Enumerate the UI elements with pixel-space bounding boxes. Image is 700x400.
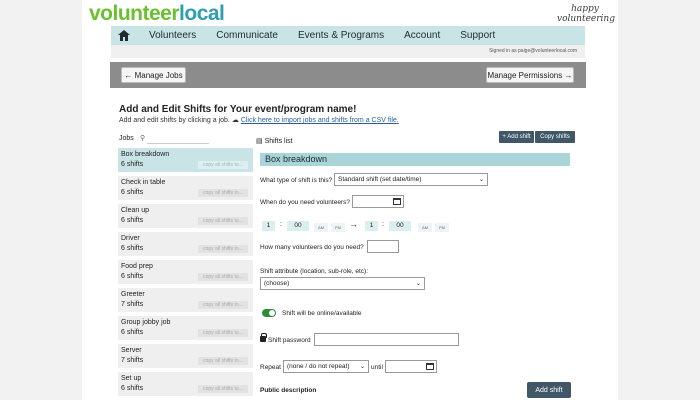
- start-pm-toggle[interactable]: PM: [331, 223, 345, 232]
- right-margin: [618, 0, 700, 400]
- copy-all-shifts-button[interactable]: copy all shifts to...: [198, 161, 248, 169]
- copy-all-shifts-button[interactable]: copy all shifts to...: [198, 245, 248, 253]
- shifts-list-link[interactable]: ▤ Shifts list: [256, 137, 293, 145]
- logo[interactable]: volunteerlocal: [89, 2, 225, 26]
- calendar-icon: [393, 198, 401, 205]
- jobs-list: Box breakdown 6 shifts copy all shifts t…: [118, 148, 253, 400]
- until-label: until: [371, 364, 383, 371]
- jobs-search-input[interactable]: [147, 134, 209, 144]
- job-item-server[interactable]: Server 7 shifts copy all shifts to...: [118, 344, 253, 368]
- nav-communicate[interactable]: Communicate: [216, 30, 278, 41]
- job-item-greeter[interactable]: Greeter 7 shifts copy all shifts to...: [118, 288, 253, 312]
- tagline: happy volunteering: [557, 4, 615, 24]
- repeat-select[interactable]: (none / do not repeat) ⌄: [283, 360, 369, 373]
- copy-all-shifts-button[interactable]: copy all shifts to...: [198, 301, 248, 309]
- upload-icon: ☁: [231, 117, 239, 124]
- signed-in-text: Signed in as paige@volunteerlocal.com: [111, 45, 585, 58]
- copy-all-shifts-button[interactable]: copy all shifts to...: [198, 217, 248, 225]
- copy-all-shifts-button[interactable]: copy all shifts to...: [198, 273, 248, 281]
- until-date-input[interactable]: [385, 360, 437, 373]
- list-icon: ▤: [256, 138, 263, 145]
- copy-all-shifts-button[interactable]: copy all shifts to...: [198, 357, 248, 365]
- manage-permissions-button[interactable]: Manage Permissions →: [486, 67, 574, 83]
- page-subtitle: Add and edit shifts by clicking a job. ☁…: [119, 117, 399, 124]
- job-item-set-up[interactable]: Set up 6 shifts copy all shifts to...: [118, 372, 253, 396]
- repeat-label: Repeat: [260, 364, 281, 371]
- end-minute-select[interactable]: 00: [389, 221, 411, 231]
- shift-type-select[interactable]: Standard shift (set date/time) ⌄: [334, 173, 488, 186]
- attribute-label: Shift attribute (location, sub-role, etc…: [260, 268, 369, 275]
- job-item-group-jobby-job[interactable]: Group jobby job 6 shifts copy all shifts…: [118, 316, 253, 340]
- date-input[interactable]: [352, 195, 404, 208]
- copy-shifts-button[interactable]: Copy shifts: [535, 131, 575, 143]
- import-csv-link[interactable]: Click here to import jobs and shifts fro…: [241, 117, 399, 124]
- when-label: When do you need volunteers?: [260, 199, 350, 206]
- page-title: Add and Edit Shifts for Your event/progr…: [119, 104, 357, 115]
- time-colon: :: [280, 221, 282, 228]
- time-colon: :: [382, 221, 384, 228]
- calendar-icon: [426, 363, 434, 370]
- manage-jobs-button[interactable]: ← Manage Jobs: [121, 67, 186, 83]
- online-toggle[interactable]: [262, 309, 276, 317]
- nav-volunteers[interactable]: Volunteers: [149, 30, 196, 41]
- start-hour-select[interactable]: 1: [262, 221, 275, 231]
- nav-support[interactable]: Support: [460, 30, 495, 41]
- end-pm-toggle[interactable]: PM: [435, 223, 449, 232]
- add-shift-button[interactable]: + Add shift: [499, 131, 534, 143]
- home-icon[interactable]: [111, 26, 137, 45]
- arrow-right-icon: →: [349, 219, 358, 229]
- job-item-clean-up[interactable]: Clean up 6 shifts copy all shifts to...: [118, 204, 253, 228]
- chevron-down-icon: ⌄: [415, 281, 421, 287]
- add-shift-submit-button[interactable]: Add shift: [527, 382, 571, 398]
- password-label: Shift password: [268, 337, 311, 344]
- search-icon: ⚲: [140, 135, 146, 142]
- copy-all-shifts-button[interactable]: copy all shifts to...: [198, 385, 248, 393]
- end-hour-select[interactable]: 1: [365, 221, 378, 231]
- volunteer-count-input[interactable]: [367, 240, 399, 253]
- shift-password-input[interactable]: [314, 333, 459, 346]
- start-minute-select[interactable]: 00: [287, 221, 309, 231]
- online-label: Shift will be online/available: [282, 310, 362, 317]
- start-am-toggle[interactable]: AM: [314, 223, 328, 232]
- selected-job-title: Box breakdown: [260, 153, 570, 166]
- lock-icon: [260, 333, 267, 342]
- job-item-check-in-table[interactable]: Check in table 6 shifts copy all shifts …: [118, 176, 253, 200]
- main-nav: Volunteers Communicate Events & Programs…: [111, 26, 585, 45]
- chevron-down-icon: ⌄: [478, 177, 484, 183]
- job-item-driver[interactable]: Driver 6 shifts copy all shifts to...: [118, 232, 253, 256]
- copy-all-shifts-button[interactable]: copy all shifts to...: [198, 329, 248, 337]
- end-am-toggle[interactable]: AM: [418, 223, 432, 232]
- nav-events-programs[interactable]: Events & Programs: [298, 30, 384, 41]
- job-item-box-breakdown[interactable]: Box breakdown 6 shifts copy all shifts t…: [118, 148, 253, 172]
- shift-type-label: What type of shift is this?: [260, 177, 333, 184]
- left-margin: [0, 0, 82, 400]
- public-description-label: Public description: [260, 387, 317, 394]
- nav-account[interactable]: Account: [404, 30, 440, 41]
- how-many-label: How many volunteers do you need?: [260, 244, 364, 251]
- job-item-food-prep[interactable]: Food prep 6 shifts copy all shifts to...: [118, 260, 253, 284]
- chevron-down-icon: ⌄: [359, 364, 365, 370]
- jobs-label: Jobs: [119, 135, 134, 142]
- copy-all-shifts-button[interactable]: copy all shifts to...: [198, 189, 248, 197]
- shift-attribute-select[interactable]: (choose) ⌄: [260, 277, 425, 290]
